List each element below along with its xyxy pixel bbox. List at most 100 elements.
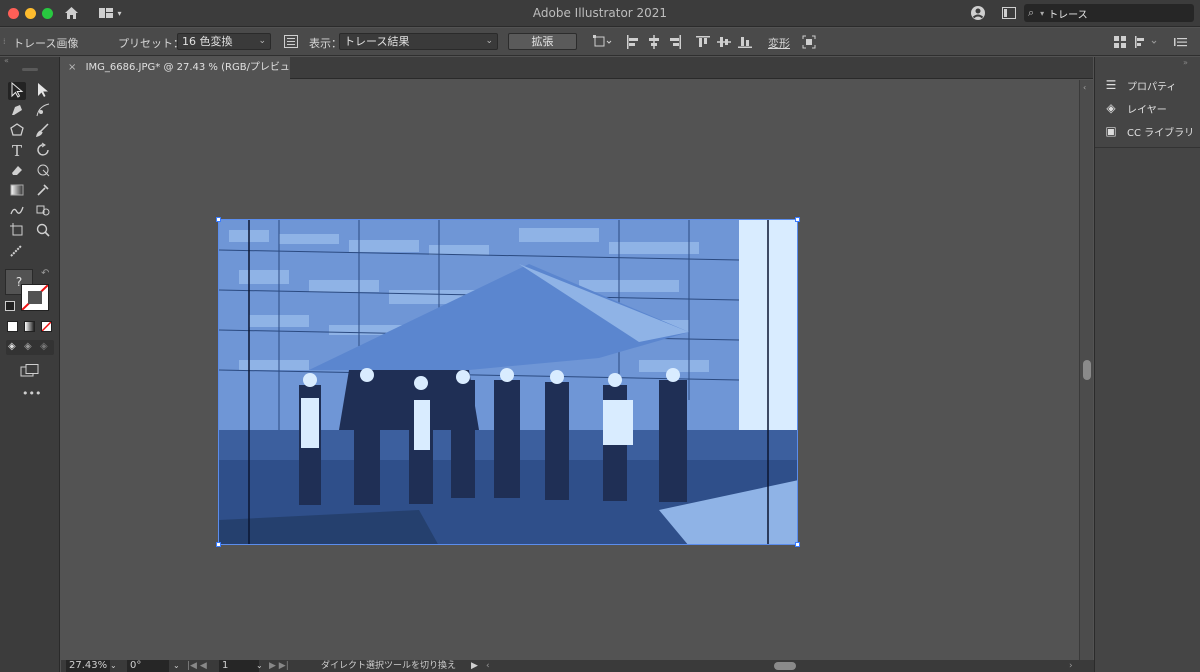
expand-panel-icon[interactable]: » bbox=[1183, 58, 1188, 67]
close-tab-icon[interactable]: × bbox=[68, 62, 76, 73]
first-artboard-icon[interactable]: |◀ ◀ bbox=[187, 660, 207, 672]
zoom-tool-icon[interactable] bbox=[34, 222, 52, 240]
type-tool-icon[interactable]: T bbox=[8, 142, 26, 160]
curvature-tool-icon[interactable] bbox=[34, 102, 52, 120]
layers-panel-button[interactable]: ◈ レイヤー bbox=[1103, 98, 1167, 118]
panel-grip-icon[interactable]: ⁞ bbox=[3, 37, 6, 46]
stroke-swatch[interactable] bbox=[21, 284, 49, 311]
vertical-scrollbar[interactable]: ‹ bbox=[1079, 80, 1093, 660]
edit-toolbar-icon[interactable] bbox=[8, 243, 26, 261]
context-label: トレース画像 bbox=[13, 37, 79, 50]
chevron-down-icon: ▾ bbox=[1040, 8, 1045, 18]
artboard-tool-icon[interactable] bbox=[8, 222, 26, 240]
shape-tool-icon[interactable] bbox=[8, 122, 26, 140]
search-icon: ⌕ bbox=[1028, 6, 1035, 19]
draw-mode-group: ◈ ◈ ◈ bbox=[6, 340, 54, 355]
view-dropdown[interactable]: トレース結果 ⌄ bbox=[339, 33, 498, 50]
rotate-tool-icon[interactable] bbox=[34, 142, 52, 160]
selection-handle[interactable] bbox=[795, 542, 800, 547]
maximize-window-button[interactable] bbox=[42, 8, 53, 19]
eyedropper-tool-icon[interactable] bbox=[34, 182, 52, 200]
stroke-swatch-inner bbox=[28, 291, 42, 304]
preset-label: プリセット： bbox=[118, 37, 184, 50]
align-panel-icon[interactable] bbox=[1134, 35, 1160, 49]
align-right-icon[interactable] bbox=[668, 35, 682, 49]
zoom-field[interactable]: 27.43% bbox=[66, 660, 111, 672]
swap-fill-stroke-icon[interactable]: ↶ bbox=[41, 268, 49, 279]
chevron-down-icon[interactable]: ⌄ bbox=[256, 660, 263, 672]
align-horizontal-center-icon[interactable] bbox=[647, 35, 661, 49]
draw-inside-icon[interactable]: ◈ bbox=[40, 341, 48, 352]
panel-menu-icon[interactable] bbox=[1174, 35, 1188, 49]
libraries-icon: ▣ bbox=[1105, 124, 1117, 138]
properties-panel-button[interactable]: ☰ プロパティ bbox=[1103, 75, 1177, 95]
align-to-icon[interactable] bbox=[593, 34, 613, 50]
color-mode-icon[interactable] bbox=[7, 321, 18, 332]
scroll-left-icon[interactable]: ‹ bbox=[486, 660, 490, 672]
warp-tool-icon[interactable] bbox=[34, 162, 52, 180]
tools-panel: « T ? ↶ ◈ ◈ ◈ ••• bbox=[0, 57, 60, 672]
preset-dropdown[interactable]: 16 色変換 ⌄ bbox=[177, 33, 271, 50]
selection-handle[interactable] bbox=[216, 542, 221, 547]
traced-image[interactable] bbox=[218, 219, 798, 545]
isolate-icon[interactable] bbox=[802, 35, 816, 49]
vertical-scroll-thumb[interactable] bbox=[1083, 360, 1091, 380]
expand-button[interactable]: 拡張 bbox=[508, 33, 577, 50]
screen-mode-icon[interactable] bbox=[20, 362, 40, 377]
home-icon[interactable] bbox=[62, 4, 80, 22]
gradient-tool-icon[interactable] bbox=[8, 182, 26, 200]
view-value: トレース結果 bbox=[344, 35, 410, 48]
toolbar-grip[interactable] bbox=[22, 68, 38, 71]
selection-handle[interactable] bbox=[795, 217, 800, 222]
preset-value: 16 色変換 bbox=[182, 35, 233, 48]
selection-handle[interactable] bbox=[216, 217, 221, 222]
blend-tool-icon[interactable] bbox=[8, 202, 26, 220]
gradient-mode-icon[interactable] bbox=[24, 321, 35, 332]
scroll-right-icon[interactable]: › bbox=[1069, 660, 1073, 672]
none-mode-icon[interactable] bbox=[41, 321, 52, 332]
control-bar: ⁞ トレース画像 プリセット： 16 色変換 ⌄ 表示： トレース結果 ⌄ 拡張… bbox=[0, 28, 1200, 56]
title-bar: ▾ Adobe Illustrator 2021 ⌕ ▾ トレース bbox=[0, 0, 1200, 27]
selection-tool-icon[interactable] bbox=[8, 81, 26, 100]
properties-icon: ☰ bbox=[1105, 78, 1117, 92]
default-colors-icon[interactable] bbox=[5, 301, 15, 311]
document-tab[interactable]: × IMG_6686.JPG* @ 27.43 % (RGB/プレビュー) bbox=[60, 57, 290, 94]
status-menu-icon[interactable]: ▶ bbox=[471, 660, 478, 672]
align-vertical-center-icon[interactable] bbox=[717, 35, 731, 49]
artboard-number-field[interactable]: 1 bbox=[219, 660, 259, 672]
eraser-tool-icon[interactable] bbox=[8, 162, 26, 180]
rotation-field[interactable]: 0° bbox=[127, 660, 169, 672]
scroll-up-icon[interactable]: ‹ bbox=[1083, 83, 1086, 92]
close-window-button[interactable] bbox=[8, 8, 19, 19]
trace-panel-icon[interactable] bbox=[284, 35, 298, 48]
last-artboard-icon[interactable]: ▶ ▶| bbox=[269, 660, 289, 672]
arrange-icon[interactable] bbox=[1113, 35, 1127, 49]
layers-label: レイヤー bbox=[1127, 104, 1167, 116]
direct-selection-tool-icon[interactable] bbox=[34, 82, 52, 100]
chevron-down-icon[interactable]: ⌄ bbox=[110, 660, 117, 672]
collapse-panel-icon[interactable]: « bbox=[0, 57, 60, 67]
align-top-icon[interactable] bbox=[696, 35, 710, 49]
status-message: ダイレクト選択ツールを切り換え bbox=[321, 661, 457, 671]
transform-link[interactable]: 変形 bbox=[768, 35, 790, 51]
align-bottom-icon[interactable] bbox=[738, 35, 752, 49]
horizontal-scroll-thumb[interactable] bbox=[774, 662, 796, 670]
search-field[interactable]: ⌕ ▾ トレース bbox=[1024, 4, 1194, 22]
align-left-icon[interactable] bbox=[626, 35, 640, 49]
draw-behind-icon[interactable]: ◈ bbox=[24, 341, 32, 352]
document-tabs: × IMG_6686.JPG* @ 27.43 % (RGB/プレビュー) bbox=[60, 57, 1093, 94]
libraries-panel-button[interactable]: ▣ CC ライブラリ bbox=[1103, 121, 1194, 141]
symbol-sprayer-tool-icon[interactable] bbox=[34, 202, 52, 220]
libraries-label: CC ライブラリ bbox=[1127, 127, 1195, 139]
arrange-documents-icon[interactable] bbox=[1000, 4, 1018, 22]
draw-normal-icon[interactable]: ◈ bbox=[8, 341, 16, 352]
workspace-switcher-icon[interactable]: ▾ bbox=[94, 4, 126, 22]
minimize-window-button[interactable] bbox=[25, 8, 36, 19]
pen-tool-icon[interactable] bbox=[8, 102, 26, 120]
chevron-down-icon: ▾ bbox=[117, 8, 122, 18]
chevron-down-icon[interactable]: ⌄ bbox=[173, 660, 180, 672]
more-tools-icon[interactable]: ••• bbox=[22, 387, 41, 400]
layers-icon: ◈ bbox=[1106, 101, 1116, 115]
brush-tool-icon[interactable] bbox=[34, 122, 52, 140]
account-icon[interactable] bbox=[968, 4, 988, 22]
